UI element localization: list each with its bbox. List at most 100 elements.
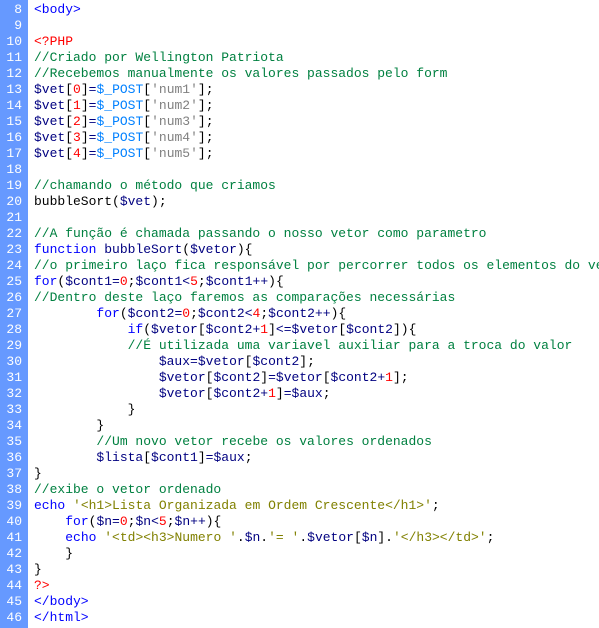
token-plain: . xyxy=(260,530,268,545)
code-line[interactable] xyxy=(34,210,599,226)
line-number: 21 xyxy=(4,210,22,226)
token-tag: </body> xyxy=(34,594,89,609)
line-number: 36 xyxy=(4,450,22,466)
code-line[interactable]: } xyxy=(34,546,599,562)
code-line[interactable]: $aux=$vetor[$cont2]; xyxy=(34,354,599,370)
code-line[interactable] xyxy=(34,18,599,34)
code-line[interactable] xyxy=(34,162,599,178)
token-plain: [ xyxy=(143,130,151,145)
code-line[interactable]: for($n=0;$n<5;$n++){ xyxy=(34,514,599,530)
token-var: $aux xyxy=(159,354,190,369)
token-plain xyxy=(65,498,73,513)
code-line[interactable]: echo '<h1>Lista Organizada em Ordem Cres… xyxy=(34,498,599,514)
token-plain: [ xyxy=(143,82,151,97)
line-number: 15 xyxy=(4,114,22,130)
token-global: $_POST xyxy=(96,82,143,97)
code-line[interactable]: $vet[1]=$_POST['num2']; xyxy=(34,98,599,114)
code-line[interactable]: //o primeiro laço fica responsável por p… xyxy=(34,258,599,274)
code-line[interactable]: if($vetor[$cont2+1]<=$vetor[$cont2]){ xyxy=(34,322,599,338)
line-number: 14 xyxy=(4,98,22,114)
code-line[interactable]: } xyxy=(34,466,599,482)
code-line[interactable]: $vet[2]=$_POST['num3']; xyxy=(34,114,599,130)
line-number: 20 xyxy=(4,194,22,210)
line-number: 29 xyxy=(4,338,22,354)
token-plain: ; xyxy=(190,306,198,321)
line-number: 9 xyxy=(4,18,22,34)
token-var: $cont2 xyxy=(346,322,393,337)
token-op: < xyxy=(151,514,159,529)
token-var: $vetor xyxy=(307,530,354,545)
code-line[interactable]: </html> xyxy=(34,610,599,626)
line-number: 27 xyxy=(4,306,22,322)
token-var: $vet xyxy=(120,194,151,209)
token-plain: ] xyxy=(81,146,89,161)
token-plain: ] xyxy=(81,130,89,145)
code-line[interactable]: $vetor[$cont2]=$vetor[$cont2+1]; xyxy=(34,370,599,386)
code-line[interactable]: //Recebemos manualmente os valores passa… xyxy=(34,66,599,82)
token-var: $vetor xyxy=(151,322,198,337)
code-line[interactable]: $vet[3]=$_POST['num4']; xyxy=(34,130,599,146)
code-line[interactable]: //A função é chamada passando o nosso ve… xyxy=(34,226,599,242)
token-kw: echo xyxy=(65,530,96,545)
token-op: = xyxy=(268,370,276,385)
code-line[interactable]: function bubbleSort($vetor){ xyxy=(34,242,599,258)
code-line[interactable]: } xyxy=(34,402,599,418)
line-number: 38 xyxy=(4,482,22,498)
code-line[interactable]: //exibe o vetor ordenado xyxy=(34,482,599,498)
line-number: 30 xyxy=(4,354,22,370)
line-number: 33 xyxy=(4,402,22,418)
token-plain: ( xyxy=(143,322,151,337)
token-comment: //exibe o vetor ordenado xyxy=(34,482,221,497)
token-idx: 0 xyxy=(120,274,128,289)
code-line[interactable]: for($cont1=0;$cont1<5;$cont1++){ xyxy=(34,274,599,290)
token-plain: ; xyxy=(167,514,175,529)
token-plain: [ xyxy=(143,450,151,465)
code-area[interactable]: <body> <?PHP//Criado por Wellington Patr… xyxy=(28,0,599,628)
token-comment: //É utilizada uma variavel auxiliar para… xyxy=(128,338,573,353)
token-plain: ){ xyxy=(268,274,284,289)
token-idx: 1 xyxy=(268,386,276,401)
line-number: 46 xyxy=(4,610,22,626)
code-line[interactable]: //chamando o método que criamos xyxy=(34,178,599,194)
token-var: $vet xyxy=(34,114,65,129)
token-plain: ]; xyxy=(393,370,409,385)
token-op: ++ xyxy=(315,306,331,321)
line-number: 43 xyxy=(4,562,22,578)
token-comment: //Um novo vetor recebe os valores ordena… xyxy=(96,434,431,449)
code-line[interactable]: //Criado por Wellington Patriota xyxy=(34,50,599,66)
code-line[interactable]: </body> xyxy=(34,594,599,610)
token-comment: //Recebemos manualmente os valores passa… xyxy=(34,66,447,81)
token-plain: ; xyxy=(245,450,253,465)
token-var: $n xyxy=(135,514,151,529)
token-var: $cont2 xyxy=(198,306,245,321)
token-plain: ( xyxy=(120,306,128,321)
code-line[interactable]: ?> xyxy=(34,578,599,594)
code-line[interactable]: $vet[0]=$_POST['num1']; xyxy=(34,82,599,98)
code-line[interactable]: } xyxy=(34,418,599,434)
code-line[interactable]: echo '<td><h3>Numero '.$n.'= '.$vetor[$n… xyxy=(34,530,599,546)
code-line[interactable]: $vet[4]=$_POST['num5']; xyxy=(34,146,599,162)
token-var: $n xyxy=(362,530,378,545)
code-line[interactable]: <body> xyxy=(34,2,599,18)
token-var: $n xyxy=(175,514,191,529)
token-plain xyxy=(34,306,96,321)
code-line[interactable]: bubbleSort($vet); xyxy=(34,194,599,210)
code-line[interactable]: } xyxy=(34,562,599,578)
token-plain: ){ xyxy=(237,242,253,257)
code-line[interactable]: //Um novo vetor recebe os valores ordena… xyxy=(34,434,599,450)
code-line[interactable]: <?PHP xyxy=(34,34,599,50)
code-line[interactable]: //É utilizada uma variavel auxiliar para… xyxy=(34,338,599,354)
token-var: $cont2 xyxy=(331,370,378,385)
token-var: $cont2 xyxy=(213,370,260,385)
token-comment: //o primeiro laço fica responsável por p… xyxy=(34,258,599,273)
line-number: 35 xyxy=(4,434,22,450)
token-squote: '</h3></td>' xyxy=(393,530,487,545)
token-squote: '= ' xyxy=(268,530,299,545)
code-line[interactable]: //Dentro deste laço faremos as comparaçõ… xyxy=(34,290,599,306)
token-plain: ); xyxy=(151,194,167,209)
code-line[interactable]: for($cont2=0;$cont2<4;$cont2++){ xyxy=(34,306,599,322)
code-line[interactable]: $lista[$cont1]=$aux; xyxy=(34,450,599,466)
token-kw: echo xyxy=(34,498,65,513)
line-number: 37 xyxy=(4,466,22,482)
code-line[interactable]: $vetor[$cont2+1]=$aux; xyxy=(34,386,599,402)
